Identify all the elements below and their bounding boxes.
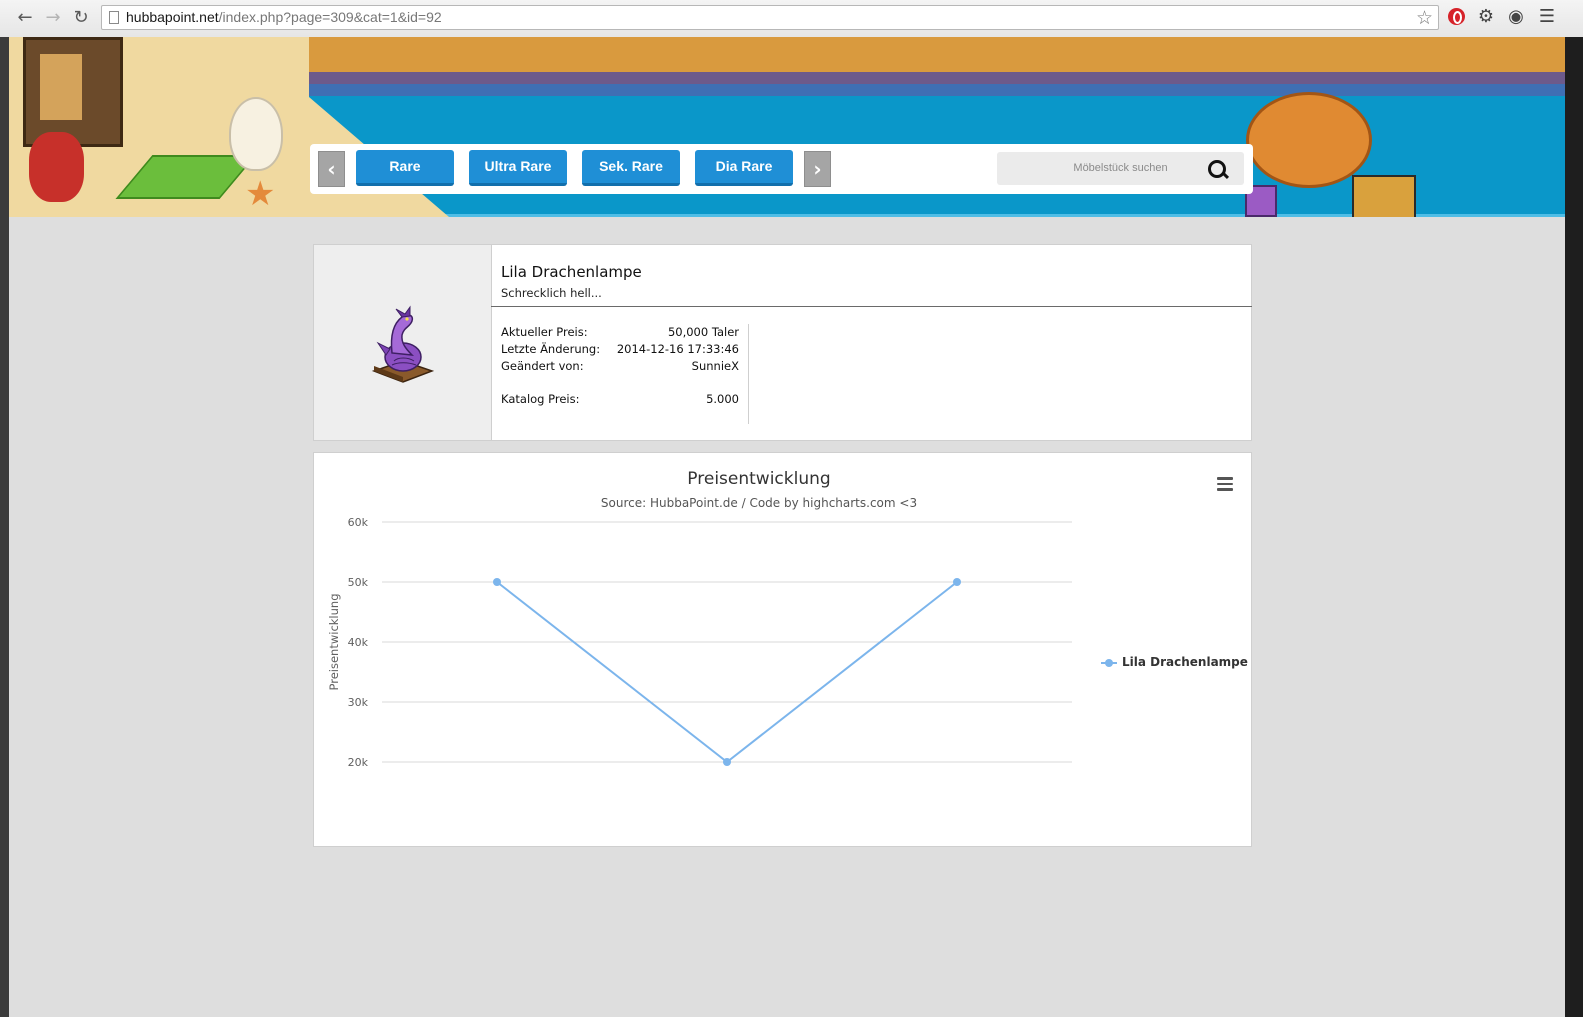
nav-next-button[interactable]: › <box>804 151 831 187</box>
y-tick-label: 20k <box>348 756 369 769</box>
browser-toolbar: ← → ↻ hubbapoint.net/index.php?page=309&… <box>0 0 1583 38</box>
info-row-changed-by: Geändert von: SunnieX <box>501 358 739 375</box>
item-card: Lila Drachenlampe Schrecklich hell... Ak… <box>313 244 1252 441</box>
price-chart-card: 20k 30k 40k 50k 60k Preisentwicklung Preisent… <box>313 452 1252 847</box>
price-info-table: Aktueller Preis: 50,000 Taler Letzte Änd… <box>501 324 739 408</box>
chart-menu-icon[interactable] <box>1217 477 1233 491</box>
item-description: Schrecklich hell... <box>501 286 602 300</box>
address-bar[interactable]: hubbapoint.net/index.php?page=309&cat=1&… <box>101 5 1439 30</box>
gift-icon <box>1352 175 1416 217</box>
bookmark-star-icon[interactable]: ☆ <box>1416 7 1433 29</box>
category-nav: ‹ Rare Ultra Rare Sek. Rare Dia Rare › M… <box>310 144 1253 194</box>
nav-button-rare[interactable]: Rare <box>356 150 454 186</box>
back-icon[interactable]: ← <box>14 7 36 29</box>
reload-icon[interactable]: ↻ <box>70 7 92 29</box>
data-point <box>953 578 961 586</box>
search-icon[interactable] <box>1208 160 1226 178</box>
info-label: Aktueller Preis: <box>501 325 588 339</box>
legend-label: Lila Drachenlampe <box>1122 655 1248 669</box>
info-label: Letzte Änderung: <box>501 342 601 356</box>
menu-icon[interactable]: ☰ <box>1536 6 1558 28</box>
chart-subtitle: Source: HubbaPoint.de / Code by highchar… <box>600 496 918 510</box>
search-placeholder: Möbelstück suchen <box>1073 162 1168 174</box>
changed-by-value: SunnieX <box>691 359 739 373</box>
data-point <box>723 758 731 766</box>
santa-illustration <box>29 132 84 202</box>
header-banner: ★ ‹ Rare Ultra Rare Sek. Rare Dia Rare ›… <box>9 37 1565 217</box>
chart-title: Preisentwicklung <box>687 469 831 489</box>
y-tick-label: 30k <box>348 696 369 709</box>
nav-button-sek-rare[interactable]: Sek. Rare <box>582 150 680 186</box>
page-viewport: ★ ‹ Rare Ultra Rare Sek. Rare Dia Rare ›… <box>9 37 1565 1017</box>
page-icon <box>109 11 119 24</box>
hut-illustration <box>23 37 123 147</box>
y-tick-label: 40k <box>348 636 369 649</box>
info-row-catalog-price: Katalog Preis: 5.000 <box>501 391 739 408</box>
nav-prev-button[interactable]: ‹ <box>318 151 345 187</box>
forward-icon[interactable]: → <box>42 7 64 29</box>
extension-icon[interactable]: ◉ <box>1505 6 1527 28</box>
y-tick-label: 60k <box>348 516 369 529</box>
price-chart: 20k 30k 40k 50k 60k Preisentwicklung <box>327 516 1072 769</box>
y-axis-title: Preisentwicklung <box>327 594 341 691</box>
window-edge <box>1565 37 1583 1017</box>
starfish-icon: ★ <box>245 174 276 214</box>
gear-icon[interactable]: ⚙ <box>1475 6 1497 28</box>
window-edge <box>0 37 9 1017</box>
opera-extension-icon[interactable] <box>1445 6 1467 28</box>
info-label: Geändert von: <box>501 359 584 373</box>
octopus-illustration <box>1246 92 1372 188</box>
catalog-price-value: 5.000 <box>706 392 739 406</box>
item-title: Lila Drachenlampe <box>501 263 642 281</box>
data-point <box>493 578 501 586</box>
y-tick-label: 50k <box>348 576 369 589</box>
search-input[interactable]: Möbelstück suchen <box>997 152 1244 185</box>
info-row-current-price: Aktueller Preis: 50,000 Taler <box>501 324 739 341</box>
legend-marker-icon <box>1101 658 1117 668</box>
divider <box>491 306 1252 307</box>
series-line <box>496 581 958 764</box>
info-row-last-change: Letzte Änderung: 2014-12-16 17:33:46 <box>501 341 739 358</box>
current-price-value: 50,000 Taler <box>667 325 739 339</box>
item-thumbnail <box>314 245 492 440</box>
nav-button-ultra-rare[interactable]: Ultra Rare <box>469 150 567 186</box>
url-text: hubbapoint.net/index.php?page=309&cat=1&… <box>126 9 442 25</box>
dragon-lamp-icon <box>372 305 434 383</box>
info-label: Katalog Preis: <box>501 392 580 406</box>
column-divider <box>748 324 749 424</box>
nav-button-dia-rare[interactable]: Dia Rare <box>695 150 793 186</box>
snowman-illustration <box>229 97 283 171</box>
last-change-value: 2014-12-16 17:33:46 <box>616 342 739 356</box>
chart-legend-item[interactable]: Lila Drachenlampe <box>1101 655 1248 669</box>
